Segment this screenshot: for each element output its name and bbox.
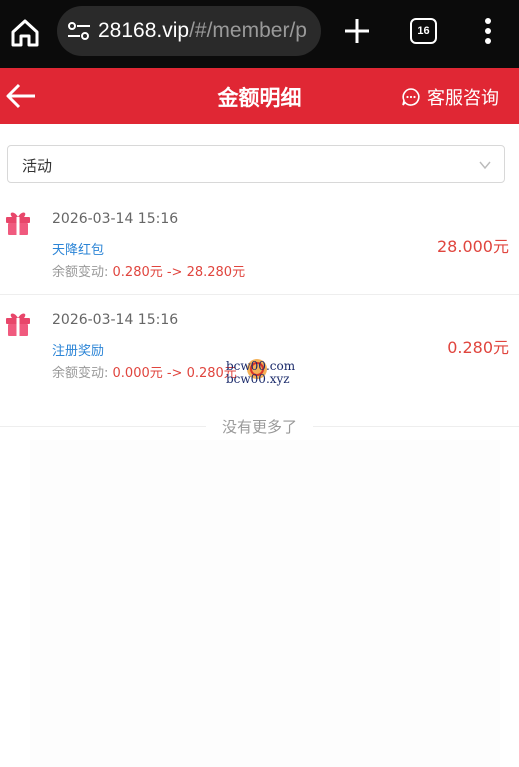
balance-arrow: -> xyxy=(162,265,187,280)
more-vert-icon[interactable] xyxy=(478,15,498,47)
filter-selected-value: 活动 xyxy=(22,157,53,175)
balance-change-label: 余额变动: xyxy=(52,265,113,280)
record-amount: 28.000元 xyxy=(437,237,509,256)
balance-after: 28.280元 xyxy=(186,265,246,280)
url-host: 28168.vip xyxy=(98,19,190,42)
record-datetime: 2026-03-14 15:16 xyxy=(52,211,179,227)
watermark-line-2: bcw00.xyz xyxy=(226,372,290,386)
balance-before: 0.000元 xyxy=(112,366,163,381)
empty-area xyxy=(30,440,500,767)
record-type: 注册奖励 xyxy=(52,344,105,359)
browser-toolbar: 28168.vip/#/member/p 16 xyxy=(0,0,519,68)
tabs-icon[interactable]: 16 xyxy=(410,18,437,44)
tune-icon[interactable] xyxy=(66,20,92,42)
customer-service-button[interactable]: 客服咨询 xyxy=(401,84,499,110)
chat-bubble-icon xyxy=(402,88,420,106)
balance-arrow: -> xyxy=(162,366,187,381)
gift-icon xyxy=(6,313,30,336)
url-text: 28168.vip/#/member/p xyxy=(98,19,307,43)
transaction-record[interactable]: 2026-03-14 15:16 天降红包 余额变动: 0.280元 -> 28… xyxy=(0,195,519,295)
gift-icon xyxy=(6,212,30,235)
balance-change: 余额变动: 0.280元 -> 28.280元 xyxy=(52,261,245,280)
balance-change: 余额变动: 0.000元 -> 0.280元 xyxy=(52,362,237,381)
no-more-indicator: 没有更多了 xyxy=(0,416,519,437)
home-icon[interactable] xyxy=(8,16,42,50)
app-header: 金额明细 客服咨询 xyxy=(0,68,519,124)
chevron-down-icon xyxy=(479,161,491,170)
watermark: bcw00.com bcw00.xyz xyxy=(226,359,306,390)
record-type: 天降红包 xyxy=(52,243,105,258)
record-datetime: 2026-03-14 15:16 xyxy=(52,312,179,328)
plus-icon[interactable] xyxy=(341,15,373,47)
divider xyxy=(0,294,519,295)
category-filter-select[interactable]: 活动 xyxy=(7,145,505,183)
balance-change-label: 余额变动: xyxy=(52,366,113,381)
address-bar[interactable]: 28168.vip/#/member/p xyxy=(57,6,321,56)
balance-before: 0.280元 xyxy=(112,265,163,280)
url-path: /#/member/p xyxy=(189,19,307,42)
customer-service-label: 客服咨询 xyxy=(427,88,499,109)
record-amount: 0.280元 xyxy=(447,338,509,357)
no-more-text: 没有更多了 xyxy=(205,418,313,436)
